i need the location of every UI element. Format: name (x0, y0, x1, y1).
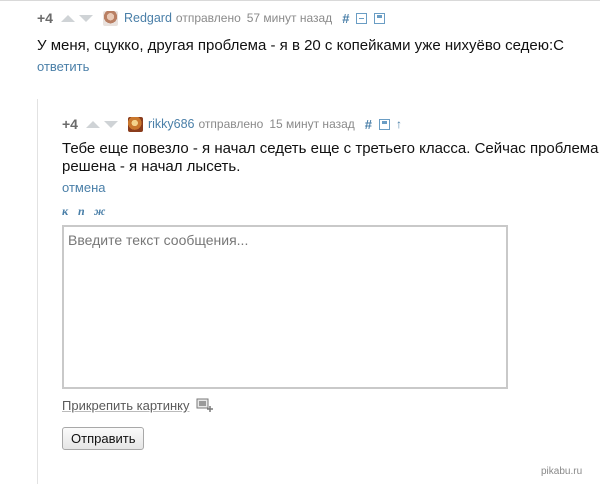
comment-header: +4 rikky686 отправлено 15 минут назад # … (62, 115, 402, 133)
format-bold-button[interactable]: ж (94, 204, 105, 219)
vote-up-icon[interactable] (85, 120, 100, 128)
reply-thread-line (37, 99, 38, 484)
vote-down-icon[interactable] (78, 14, 93, 22)
sent-label: отправлено (198, 117, 264, 131)
author-link[interactable]: rikky686 (148, 117, 195, 131)
comment-text: У меня, сцукко, другая проблема - я в 20… (37, 37, 564, 54)
comment-text-line-1: Тебе еще повезло - я начал седеть еще с … (62, 140, 599, 157)
rating: +4 (37, 10, 53, 26)
comment-header: +4 Redgard отправлено 57 минут назад # (37, 9, 386, 27)
save-icon[interactable] (379, 118, 391, 130)
permalink-hash[interactable]: # (342, 11, 349, 26)
image-add-icon[interactable] (196, 398, 214, 413)
vote-up-icon[interactable] (60, 14, 75, 22)
collapse-icon[interactable] (356, 12, 368, 24)
avatar[interactable] (102, 10, 118, 26)
comment-text-line-2: решена - я начал лысеть. (62, 158, 241, 175)
parent-arrow-icon[interactable]: ↑ (396, 117, 402, 131)
timestamp: 57 минут назад (246, 11, 333, 25)
save-icon[interactable] (374, 12, 386, 24)
submit-button[interactable]: Отправить (62, 427, 145, 450)
sent-label: отправлено (175, 11, 241, 25)
watermark: pikabu.ru (541, 466, 583, 477)
attach-image-link[interactable]: Прикрепить картинку (62, 398, 190, 413)
reply-link[interactable]: ответить (37, 59, 89, 74)
format-strike-button[interactable]: п (78, 204, 85, 219)
message-input[interactable] (62, 225, 508, 389)
top-divider (0, 0, 600, 1)
vote-down-icon[interactable] (103, 120, 118, 128)
rating: +4 (62, 116, 78, 132)
timestamp: 15 минут назад (269, 117, 355, 131)
avatar[interactable] (127, 116, 143, 132)
format-italic-button[interactable]: к (62, 204, 68, 219)
permalink-hash[interactable]: # (365, 117, 372, 132)
cancel-link[interactable]: отмена (62, 180, 105, 195)
author-link[interactable]: Redgard (124, 11, 172, 25)
